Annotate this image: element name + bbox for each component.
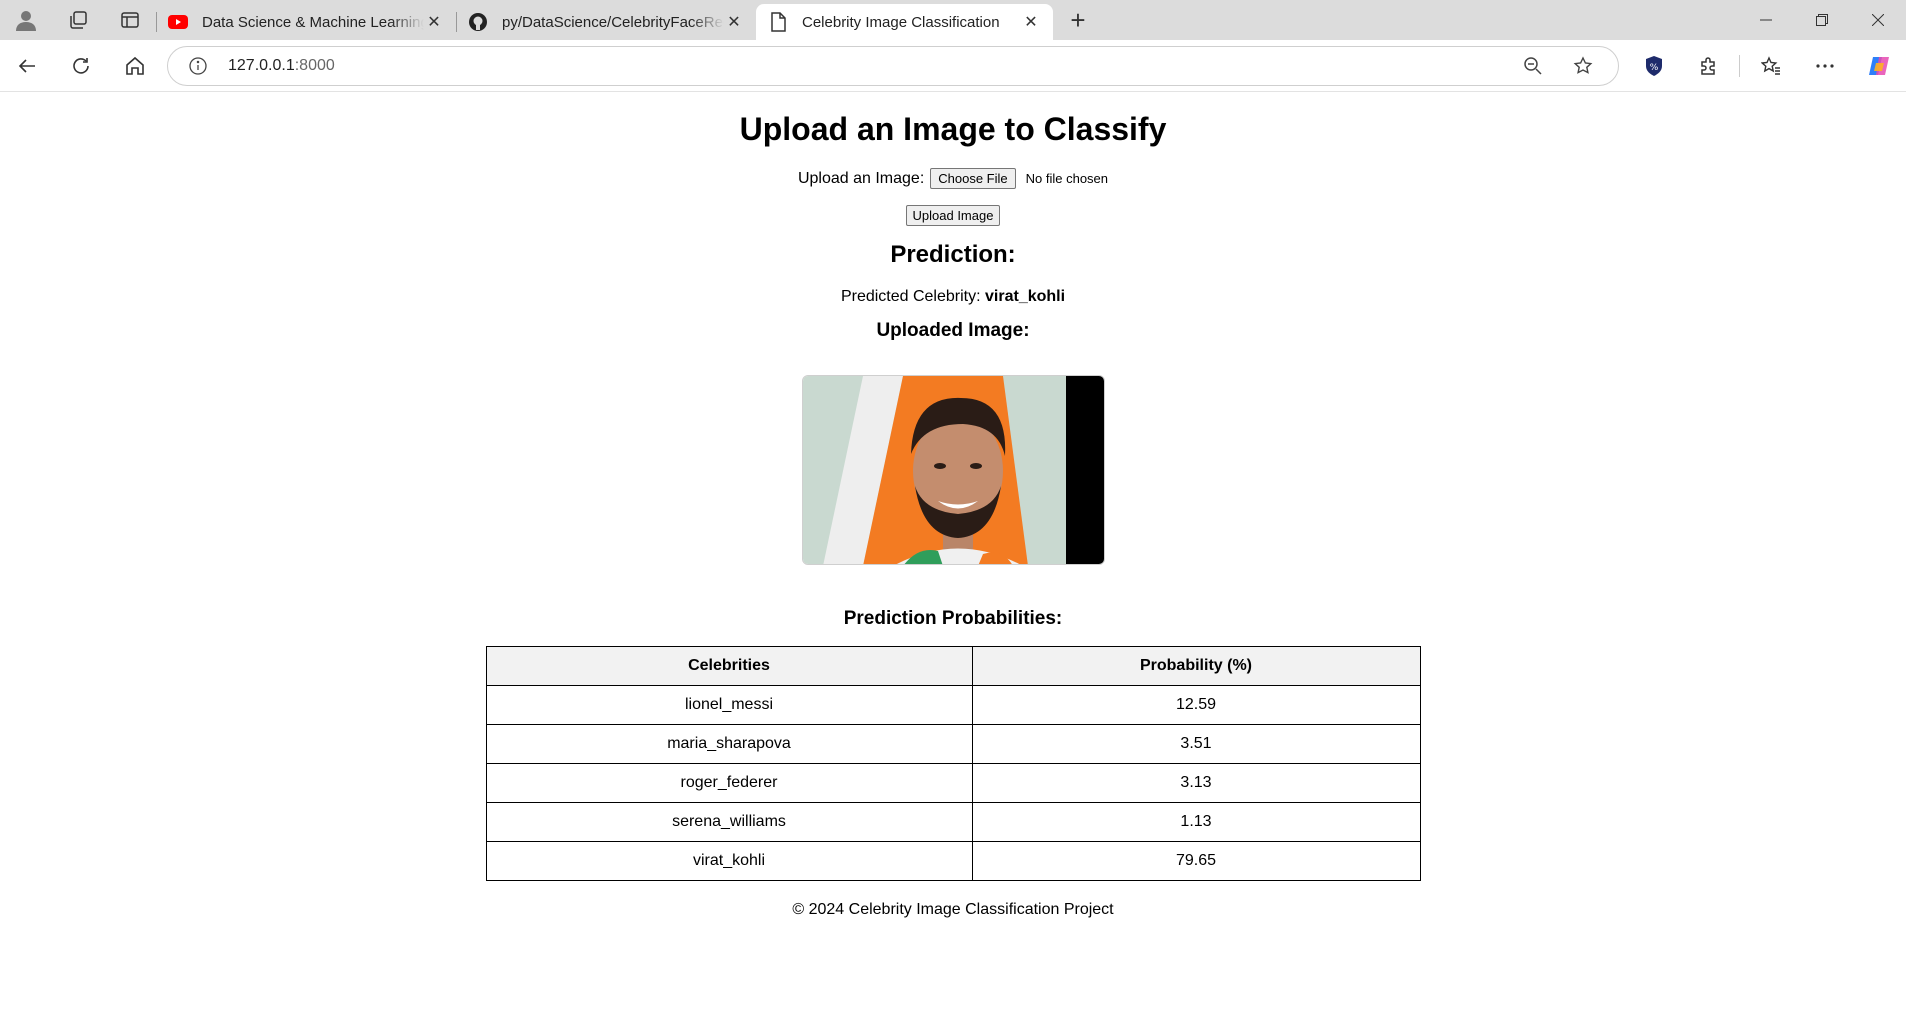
upload-image-button[interactable]: Upload Image <box>905 205 1001 226</box>
predicted-name: virat_kohli <box>985 288 1066 305</box>
upload-row: Upload an Image: Choose File No file cho… <box>0 168 1906 189</box>
tab-title: Data Science & Machine Learning <box>202 13 424 31</box>
table-header-row: Celebrities Probability (%) <box>485 646 1421 686</box>
extensions-icon[interactable] <box>1681 46 1735 86</box>
tab-title: Celebrity Image Classification <box>802 13 1000 31</box>
celebrity-cell: maria_sharapova <box>485 724 973 764</box>
celebrity-cell: lionel_messi <box>485 685 973 725</box>
tab-strip: Data Science & Machine Learning ✕ py/Dat… <box>0 0 1906 40</box>
page-title: Upload an Image to Classify <box>739 111 1167 147</box>
site-info-icon[interactable] <box>176 57 220 75</box>
table-row: lionel_messi 12.59 <box>485 685 1421 725</box>
zoom-out-icon[interactable] <box>1508 56 1558 76</box>
probabilities-table: Celebrities Probability (%) lionel_messi… <box>485 646 1421 881</box>
footer-text: © 2024 Celebrity Image Classification Pr… <box>792 901 1114 918</box>
no-file-text: No file chosen <box>1025 171 1109 186</box>
upload-label: Upload an Image: <box>797 169 925 187</box>
more-menu-icon[interactable] <box>1798 46 1852 86</box>
window-controls <box>1738 0 1906 40</box>
table-row: virat_kohli 79.65 <box>485 841 1421 881</box>
tab-celebrity-classification[interactable]: Celebrity Image Classification ✕ <box>756 4 1053 40</box>
uploaded-image-heading: Uploaded Image: <box>876 320 1030 341</box>
uploaded-image <box>801 375 1105 565</box>
table-row: roger_federer 3.13 <box>485 763 1421 803</box>
celebrity-cell: serena_williams <box>485 802 973 842</box>
page-content: Upload an Image to Classify Upload an Im… <box>0 92 1906 1013</box>
probability-cell: 3.13 <box>971 763 1421 803</box>
vertical-tabs-icon[interactable] <box>104 0 156 40</box>
new-tab-icon[interactable]: + <box>1053 0 1103 40</box>
table-row: serena_williams 1.13 <box>485 802 1421 842</box>
youtube-icon <box>168 12 188 32</box>
profile-icon[interactable] <box>0 0 52 40</box>
github-icon <box>468 12 488 32</box>
favorite-star-icon[interactable] <box>1558 56 1608 76</box>
choose-file-button[interactable]: Choose File <box>930 168 1016 189</box>
close-window-icon[interactable] <box>1850 0 1906 40</box>
probability-cell: 1.13 <box>971 802 1421 842</box>
restore-icon[interactable] <box>1794 0 1850 40</box>
svg-text:%: % <box>1650 63 1659 73</box>
close-tab-icon[interactable]: ✕ <box>424 12 444 32</box>
prediction-heading: Prediction: <box>890 241 1016 268</box>
refresh-icon[interactable] <box>54 46 108 86</box>
shield-extension-icon[interactable]: % <box>1627 46 1681 86</box>
celebrity-cell: roger_federer <box>485 763 973 803</box>
page-icon <box>768 12 788 32</box>
minimize-icon[interactable] <box>1738 0 1794 40</box>
predicted-celebrity-line: Predicted Celebrity: virat_kohli <box>0 288 1906 306</box>
tab-title: py/DataScience/CelebrityFaceRec <box>502 13 724 31</box>
probability-cell: 79.65 <box>971 841 1421 881</box>
workspaces-icon[interactable] <box>52 0 104 40</box>
table-row: maria_sharapova 3.51 <box>485 724 1421 764</box>
url-host: 127.0.0.1 <box>228 57 295 74</box>
address-bar[interactable]: 127.0.0.1:8000 <box>167 46 1619 86</box>
back-icon[interactable] <box>0 46 54 86</box>
copilot-icon[interactable] <box>1852 46 1906 86</box>
home-icon[interactable] <box>108 46 162 86</box>
toolbar-divider <box>1739 55 1740 77</box>
tab-github[interactable]: py/DataScience/CelebrityFaceRec ✕ <box>456 4 756 40</box>
predicted-prefix: Predicted Celebrity: <box>840 288 981 305</box>
close-tab-icon[interactable]: ✕ <box>1021 12 1041 32</box>
probabilities-heading: Prediction Probabilities: <box>843 608 1063 629</box>
column-header-probability: Probability (%) <box>971 646 1421 686</box>
close-tab-icon[interactable]: ✕ <box>724 12 744 32</box>
url-text[interactable]: 127.0.0.1:8000 <box>228 57 335 75</box>
column-header-celebrities: Celebrities <box>485 646 973 686</box>
browser-toolbar: 127.0.0.1:8000 % <box>0 40 1906 92</box>
tab-youtube[interactable]: Data Science & Machine Learning ✕ <box>156 4 456 40</box>
celebrity-cell: virat_kohli <box>485 841 973 881</box>
url-port: :8000 <box>294 57 335 74</box>
probability-cell: 3.51 <box>971 724 1421 764</box>
probability-cell: 12.59 <box>971 685 1421 725</box>
favorites-icon[interactable] <box>1744 46 1798 86</box>
